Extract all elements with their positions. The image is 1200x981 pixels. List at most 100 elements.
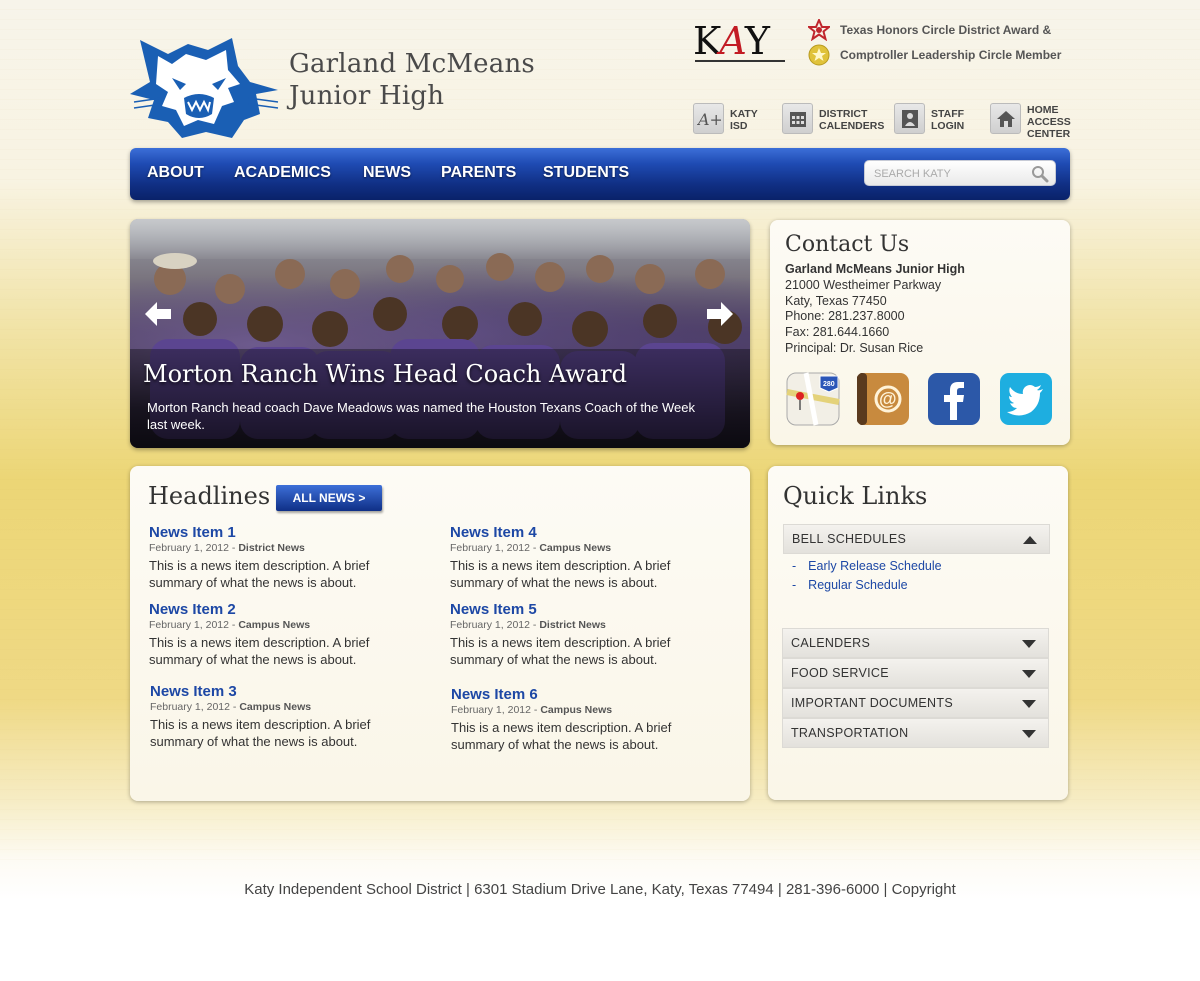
staff-icon bbox=[894, 103, 925, 134]
katy-logo[interactable]: KAY bbox=[693, 18, 787, 64]
news-item: News Item 4 February 1, 2012 - Campus Ne… bbox=[450, 524, 725, 591]
news-title[interactable]: News Item 4 bbox=[450, 524, 725, 541]
accordion-label: CALENDERS bbox=[791, 636, 871, 650]
triangle-down-icon bbox=[1022, 640, 1036, 648]
news-title[interactable]: News Item 3 bbox=[150, 683, 425, 700]
news-category[interactable]: Campus News bbox=[239, 701, 311, 713]
news-category[interactable]: District News bbox=[238, 542, 305, 554]
nav-item-parents[interactable]: PARENTS bbox=[441, 164, 516, 182]
maps-icon[interactable]: 280 bbox=[786, 372, 840, 426]
list-dash: - bbox=[792, 578, 797, 592]
all-news-button[interactable]: ALL NEWS > bbox=[276, 485, 382, 511]
katy-logo-y: Y bbox=[744, 19, 770, 63]
utility-label-calenders: DISTRICT CALENDERS bbox=[819, 108, 884, 132]
news-date: February 1, 2012 bbox=[150, 701, 230, 713]
utility-label-line: KATY bbox=[730, 108, 758, 120]
news-category[interactable]: Campus News bbox=[238, 619, 310, 631]
katy-logo-underline bbox=[695, 60, 785, 62]
quick-links-panel: Quick Links BELL SCHEDULES - Early Releas… bbox=[768, 466, 1068, 800]
nav-item-news[interactable]: NEWS bbox=[363, 164, 411, 182]
news-title[interactable]: News Item 1 bbox=[149, 524, 424, 541]
honors-star-icon bbox=[808, 19, 830, 41]
news-description: This is a news item description. A brief… bbox=[149, 558, 370, 590]
map-sign-text: 280 bbox=[823, 381, 835, 388]
twitter-icon[interactable] bbox=[999, 372, 1053, 426]
contact-fax: Fax: 281.644.1660 bbox=[785, 325, 890, 340]
katy-logo-a: A bbox=[719, 19, 746, 63]
news-item: News Item 6 February 1, 2012 - Campus Ne… bbox=[451, 686, 726, 753]
katy-isd-icon: A+ bbox=[693, 103, 724, 134]
contact-panel: Contact Us Garland McMeans Junior High 2… bbox=[770, 220, 1070, 445]
utility-label-line: HOME bbox=[1027, 104, 1059, 116]
accordion-transportation[interactable]: TRANSPORTATION bbox=[782, 718, 1049, 748]
nav-item-academics[interactable]: ACADEMICS bbox=[234, 164, 331, 182]
triangle-down-icon bbox=[1022, 700, 1036, 708]
address-book-icon[interactable]: @ bbox=[856, 372, 910, 426]
link-regular-schedule[interactable]: - Regular Schedule bbox=[792, 578, 908, 592]
accordion-important-documents[interactable]: IMPORTANT DOCUMENTS bbox=[782, 688, 1049, 718]
news-date: February 1, 2012 bbox=[149, 619, 229, 631]
contact-phone: Phone: 281.237.8000 bbox=[785, 309, 905, 324]
featured-slider[interactable]: Morton Ranch Wins Head Coach Award Morto… bbox=[130, 219, 750, 448]
link-early-release-schedule[interactable]: - Early Release Schedule bbox=[792, 559, 942, 573]
award-text-2: Comptroller Leadership Circle Member bbox=[840, 48, 1062, 62]
nav-item-students[interactable]: STUDENTS bbox=[543, 164, 629, 182]
news-meta: February 1, 2012 - District News bbox=[149, 542, 305, 554]
utility-label-katy-isd: KATY ISD bbox=[730, 108, 758, 132]
nav-item-about[interactable]: ABOUT bbox=[147, 164, 204, 182]
utility-home-access[interactable]: HOME ACCESS CENTER bbox=[990, 103, 1071, 140]
accordion-food-service[interactable]: FOOD SERVICE bbox=[782, 658, 1049, 688]
news-item: News Item 2 February 1, 2012 - Campus Ne… bbox=[149, 601, 424, 668]
school-name[interactable]: Garland McMeans Junior High bbox=[289, 48, 535, 112]
news-category[interactable]: Campus News bbox=[540, 704, 612, 716]
utility-label-line: STAFF bbox=[931, 108, 965, 120]
news-item: News Item 1 February 1, 2012 - District … bbox=[149, 524, 424, 591]
news-title[interactable]: News Item 2 bbox=[149, 601, 424, 618]
accordion-label: BELL SCHEDULES bbox=[792, 532, 907, 546]
slide-description: Morton Ranch head coach Dave Meadows was… bbox=[147, 400, 695, 432]
link-label: Regular Schedule bbox=[808, 578, 908, 592]
headlines-heading: Headlines bbox=[148, 482, 271, 510]
news-date: February 1, 2012 bbox=[149, 542, 229, 554]
link-label: Early Release Schedule bbox=[808, 559, 942, 573]
accordion-calenders[interactable]: CALENDERS bbox=[782, 628, 1049, 658]
utility-label-line: ISD bbox=[730, 120, 748, 132]
news-category[interactable]: District News bbox=[539, 619, 606, 631]
utility-staff-login[interactable]: STAFF LOGIN bbox=[894, 103, 964, 134]
contact-heading: Contact Us bbox=[785, 232, 910, 257]
news-meta: February 1, 2012 - Campus News bbox=[450, 542, 612, 554]
utility-katy-isd[interactable]: A+ KATY ISD bbox=[693, 103, 758, 134]
award-text-1: Texas Honors Circle District Award & bbox=[840, 23, 1052, 37]
wildcat-logo[interactable] bbox=[128, 32, 282, 142]
school-name-line2: Junior High bbox=[289, 81, 445, 111]
headlines-panel: Headlines ALL NEWS > News Item 1 Februar… bbox=[130, 466, 750, 801]
triangle-down-icon bbox=[1022, 730, 1036, 738]
news-date: February 1, 2012 bbox=[450, 619, 530, 631]
accordion-label: IMPORTANT DOCUMENTS bbox=[791, 696, 953, 710]
news-title[interactable]: News Item 6 bbox=[451, 686, 726, 703]
calendar-icon bbox=[782, 103, 813, 134]
facebook-icon[interactable] bbox=[927, 372, 981, 426]
search-icon[interactable] bbox=[1031, 165, 1049, 183]
contact-info: Garland McMeans Junior High 21000 Westhe… bbox=[785, 262, 965, 357]
arrow-left-icon[interactable] bbox=[143, 299, 173, 329]
arrow-right-icon[interactable] bbox=[705, 299, 735, 329]
contact-school-name: Garland McMeans Junior High bbox=[785, 262, 965, 276]
utility-label-home: HOME ACCESS CENTER bbox=[1027, 104, 1071, 140]
search-box bbox=[864, 160, 1056, 186]
footer-text: Katy Independent School District | 6301 … bbox=[244, 881, 956, 898]
accordion-bell-schedules[interactable]: BELL SCHEDULES bbox=[783, 524, 1050, 554]
utility-district-calenders[interactable]: DISTRICT CALENDERS bbox=[782, 103, 884, 134]
accordion-label: TRANSPORTATION bbox=[791, 726, 909, 740]
search-input[interactable] bbox=[874, 166, 1024, 182]
news-item: News Item 5 February 1, 2012 - District … bbox=[450, 601, 725, 668]
utility-label-line: CALENDERS bbox=[819, 120, 885, 132]
news-title[interactable]: News Item 5 bbox=[450, 601, 725, 618]
news-description: This is a news item description. A brief… bbox=[450, 558, 671, 590]
triangle-down-icon bbox=[1022, 670, 1036, 678]
contact-address-2: Katy, Texas 77450 bbox=[785, 293, 887, 308]
news-category[interactable]: Campus News bbox=[539, 542, 611, 554]
comptroller-award: Comptroller Leadership Circle Member bbox=[808, 44, 1061, 66]
utility-label-line: LOGIN bbox=[931, 120, 965, 132]
slide-title[interactable]: Morton Ranch Wins Head Coach Award bbox=[143, 360, 627, 388]
